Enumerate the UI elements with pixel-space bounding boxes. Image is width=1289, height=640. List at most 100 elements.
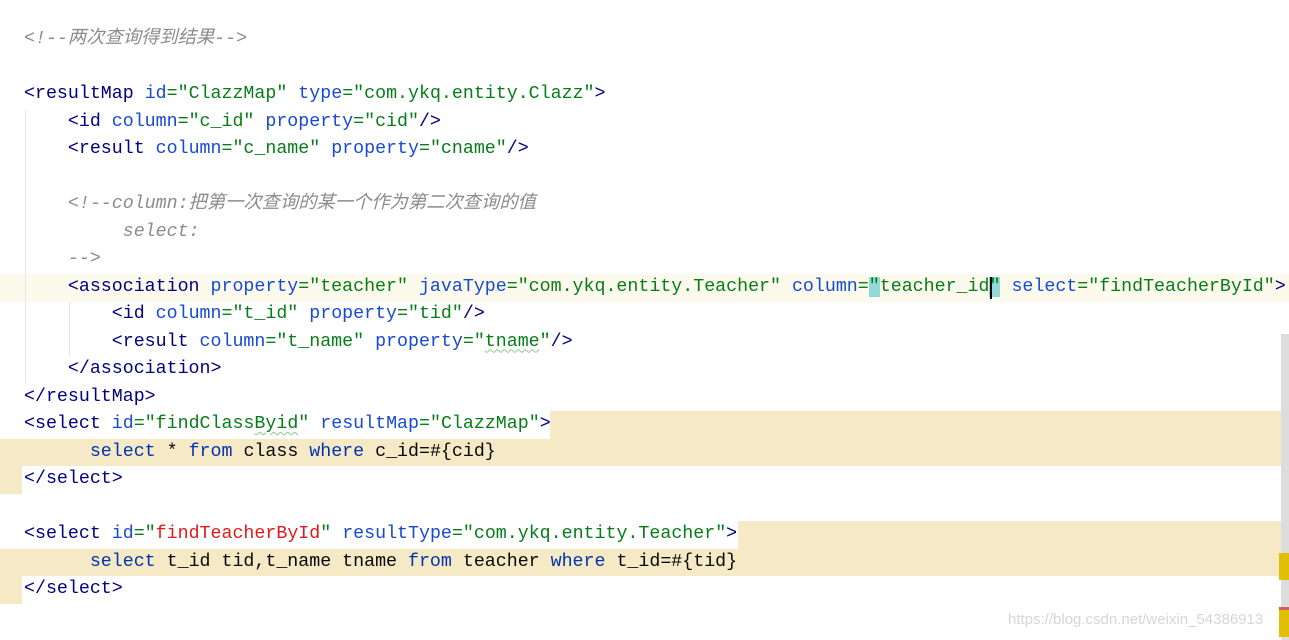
code-token: ="t_name"	[265, 331, 376, 352]
code-token: select	[1011, 276, 1078, 297]
code-token: ="com.ykq.entity.Clazz"	[342, 84, 595, 104]
code-token: tname	[484, 331, 540, 352]
code-token: id	[111, 414, 134, 434]
code-editor[interactable]: <!--两次查询得到结果--> <resultMap id="ClazzMap" …	[0, 0, 1289, 640]
code-line[interactable]: <result column="c_name" property="cname"…	[24, 136, 529, 164]
code-line[interactable]: <id column="t_id" property="tid"/>	[24, 301, 485, 329]
code-token: resultType	[342, 524, 452, 544]
code-token: property	[375, 331, 463, 352]
code-token: ="ClazzMap"	[419, 414, 540, 434]
code-token: >	[726, 524, 738, 544]
code-token: ="c_id"	[177, 111, 266, 132]
code-token: property	[331, 139, 419, 159]
code-token: id	[111, 524, 134, 544]
code-token: javaType	[418, 276, 507, 297]
code-line[interactable]: select t_id tid,t_name tname from teache…	[24, 549, 737, 577]
code-line[interactable]: <!--两次查询得到结果-->	[24, 26, 247, 54]
code-token: teacher	[462, 551, 551, 572]
code-token: where	[309, 441, 376, 462]
code-token: column	[155, 304, 222, 324]
code-token: *	[166, 441, 189, 462]
code-token: <id	[24, 111, 112, 132]
code-line[interactable]: <select id="findTeacherById" resultType=…	[24, 521, 737, 549]
code-line[interactable]: <result column="t_name" property="tname"…	[24, 329, 573, 357]
code-token: teacher_id	[879, 276, 990, 297]
code-token: <!--column:把第一次查询的某一个作为第二次查询的值	[24, 194, 536, 214]
code-token: ="com.ykq.entity.Teacher"	[506, 276, 792, 297]
code-token: Byid	[254, 414, 299, 434]
code-line[interactable]: </resultMap>	[24, 384, 156, 412]
code-token: <id	[24, 304, 156, 324]
code-token: resultMap	[320, 414, 419, 434]
code-token: </association>	[24, 359, 222, 379]
code-token: column	[111, 111, 178, 132]
code-token: t_id tid,t_name tname	[166, 551, 408, 572]
code-token: />	[506, 139, 529, 159]
code-token: </resultMap>	[24, 386, 156, 407]
code-line[interactable]: </association>	[24, 356, 222, 384]
code-token: ="com.ykq.entity.Teacher"	[451, 524, 727, 544]
block-highlight	[0, 466, 22, 494]
code-token: column	[199, 331, 266, 352]
code-token: c_id=#{cid}	[375, 441, 496, 462]
block-highlight	[550, 411, 1289, 439]
code-token: <result	[24, 331, 200, 352]
text-caret	[990, 277, 992, 299]
code-token: "	[868, 276, 880, 297]
code-token: ="findTeacherById"	[1077, 276, 1275, 297]
code-token: ="findClass	[133, 414, 255, 434]
watermark: https://blog.csdn.net/weixin_54386913	[1008, 611, 1264, 628]
code-line[interactable]: <association property="teacher" javaType…	[24, 274, 1286, 302]
error-stripe-marker[interactable]	[1279, 610, 1289, 637]
code-token: <select	[24, 524, 112, 544]
code-token: "	[298, 414, 321, 434]
code-token: class	[243, 441, 310, 462]
code-line[interactable]: </select>	[24, 576, 123, 604]
code-line[interactable]: </select>	[24, 466, 123, 494]
code-token: <!--两次查询得到结果-->	[24, 29, 248, 49]
error-stripe-marker[interactable]	[1279, 553, 1289, 580]
code-token: type	[298, 84, 343, 104]
code-token: ="	[462, 331, 485, 352]
code-token: =	[857, 276, 869, 297]
code-token: </select>	[24, 469, 123, 489]
code-token: where	[550, 551, 617, 572]
code-line[interactable]: -->	[24, 246, 101, 274]
code-line[interactable]: <select id="findClassByid" resultMap="Cl…	[24, 411, 551, 439]
code-line[interactable]: <resultMap id="ClazzMap" type="com.ykq.e…	[24, 81, 606, 109]
code-token: ="ClazzMap"	[166, 84, 299, 104]
code-line[interactable]: select * from class where c_id=#{cid}	[24, 439, 496, 467]
code-token: >	[594, 84, 606, 104]
code-token: select	[24, 551, 167, 572]
code-token: select:	[24, 221, 200, 242]
code-token: from	[188, 441, 244, 462]
code-token: -->	[24, 249, 101, 269]
code-token: ="tid"	[397, 304, 463, 324]
code-token: ="c_name"	[221, 139, 332, 159]
code-token: property	[265, 111, 354, 132]
vertical-scrollbar[interactable]	[1281, 334, 1289, 640]
code-token: column	[791, 276, 858, 297]
code-token: t_id=#{tid}	[616, 551, 738, 572]
code-token: ="t_id"	[221, 304, 310, 324]
code-token: <result	[24, 139, 156, 159]
code-token: />	[550, 331, 573, 352]
code-token: select	[24, 441, 167, 462]
code-line[interactable]: <!--column:把第一次查询的某一个作为第二次查询的值	[24, 191, 536, 219]
code-token: <resultMap	[24, 84, 145, 104]
code-token: "	[539, 331, 551, 352]
code-token: from	[407, 551, 463, 572]
code-token: ="cname"	[418, 139, 507, 159]
code-token: findTeacherById	[155, 524, 321, 544]
code-token: >	[539, 414, 551, 434]
code-line[interactable]: select:	[24, 219, 200, 247]
code-line[interactable]: <id column="c_id" property="cid"/>	[24, 109, 441, 137]
code-token: />	[418, 111, 441, 132]
code-token: ="cid"	[353, 111, 419, 132]
block-highlight	[0, 576, 22, 604]
code-token: ="	[133, 524, 156, 544]
code-token: <select	[24, 414, 112, 434]
code-token: column	[155, 139, 222, 159]
code-token: property	[210, 276, 299, 297]
